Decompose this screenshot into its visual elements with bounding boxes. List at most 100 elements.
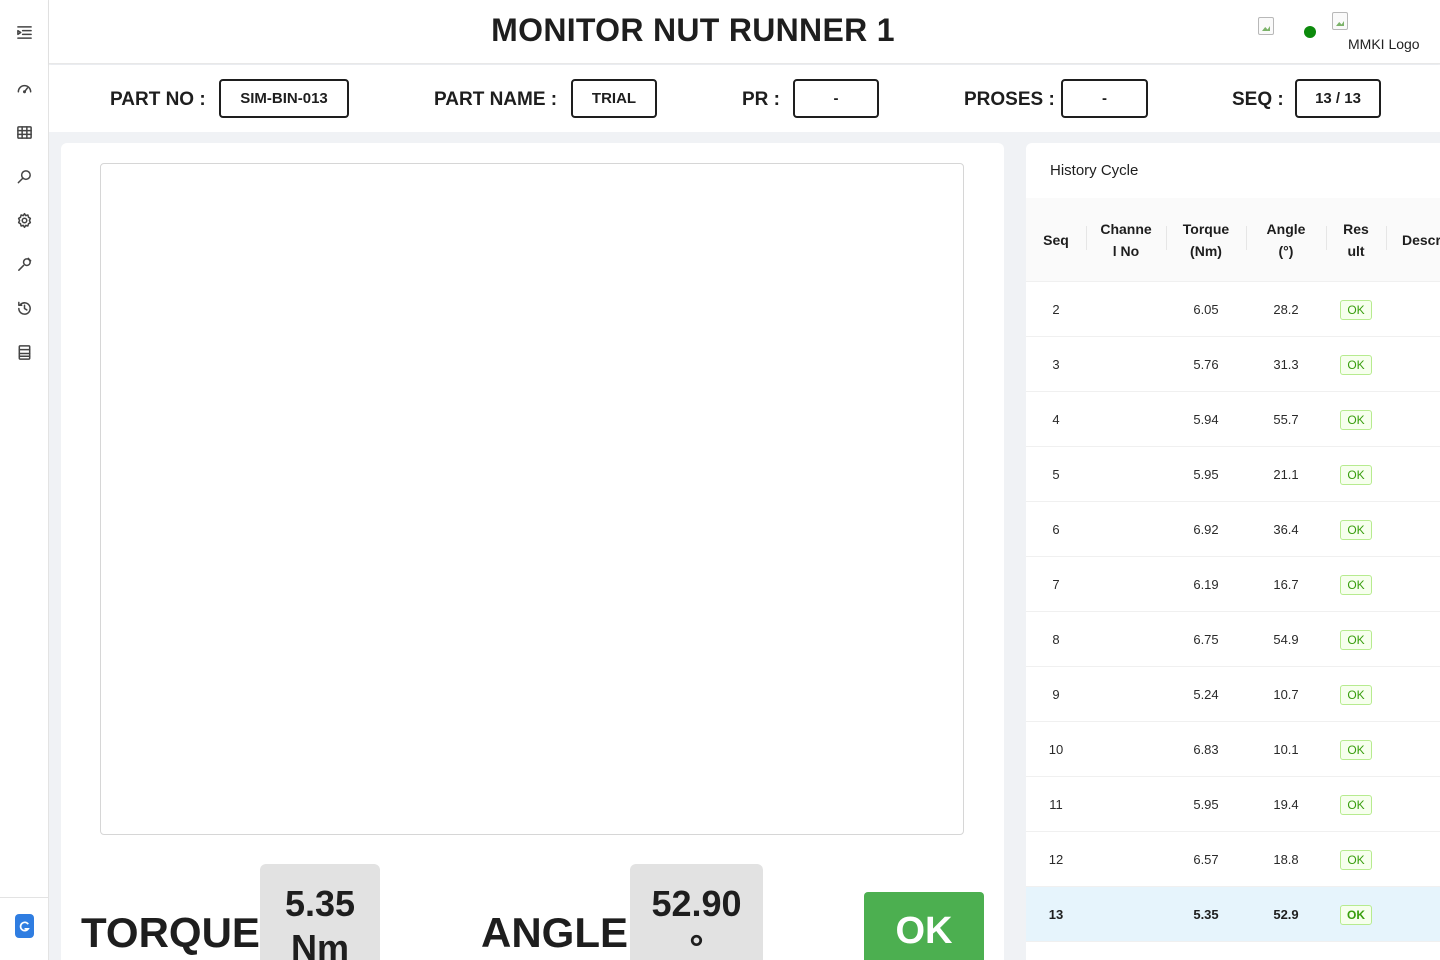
- seq-value: 13 / 13: [1295, 79, 1381, 118]
- torque-value-box: 5.35 Nm: [260, 864, 380, 960]
- result-tag: OK: [1340, 409, 1372, 430]
- cell-description: [1386, 282, 1440, 337]
- cell-angle: 52.9: [1273, 907, 1299, 922]
- cell-seq: 13: [1048, 907, 1064, 922]
- menu-fold-icon[interactable]: [14, 22, 34, 42]
- cell-result: OK: [1326, 447, 1386, 502]
- cell-angle: 55.7: [1273, 412, 1299, 427]
- cell-description: [1386, 612, 1440, 667]
- cell-torque: 5.24: [1193, 687, 1219, 702]
- history-icon[interactable]: [14, 298, 34, 318]
- table-row[interactable]: 11 5.95 19.4 OK: [1026, 777, 1440, 832]
- cell-torque: 6.05: [1193, 302, 1219, 317]
- cell-torque: 6.57: [1193, 852, 1219, 867]
- cell-seq: 6: [1052, 522, 1060, 537]
- part-no-value: SIM-BIN-013: [219, 79, 349, 118]
- cell-angle: 21.1: [1273, 467, 1299, 482]
- cell-channel: [1086, 447, 1166, 502]
- cell-result: OK: [1326, 337, 1386, 392]
- header: MONITOR NUT RUNNER 1 MMKI Logo: [49, 0, 1440, 64]
- seq-label: SEQ :: [1232, 89, 1284, 110]
- report-icon[interactable]: [14, 342, 34, 362]
- cell-angle: 31.3: [1273, 357, 1299, 372]
- history-cycle-panel: History Cycle Seq Channe l No Torque (Nm) …: [1026, 143, 1440, 960]
- cell-torque: 6.75: [1193, 632, 1219, 647]
- cell-seq: 12: [1048, 852, 1064, 867]
- table-row[interactable]: 13 5.35 52.9 OK: [1026, 887, 1440, 942]
- angle-unit: °: [689, 927, 704, 960]
- cell-channel: [1086, 502, 1166, 557]
- table-row[interactable]: 2 6.05 28.2 OK: [1026, 282, 1440, 337]
- dashboard-icon[interactable]: [14, 78, 34, 98]
- column-header-torque[interactable]: Torque (Nm): [1166, 198, 1246, 282]
- mmki-logo-icon: [1332, 12, 1348, 30]
- proses-value: -: [1061, 79, 1148, 118]
- result-tag: OK: [1340, 629, 1372, 650]
- column-header-description[interactable]: Descr.: [1386, 198, 1440, 282]
- part-name-label: PART NAME :: [434, 89, 558, 110]
- torque-unit: Nm: [290, 927, 349, 960]
- cell-seq: 9: [1052, 687, 1060, 702]
- cell-angle: 18.8: [1273, 852, 1299, 867]
- cell-seq: 3: [1052, 357, 1060, 372]
- result-status-badge: OK: [864, 892, 984, 960]
- table-icon[interactable]: [14, 122, 34, 142]
- table-row[interactable]: 8 6.75 54.9 OK: [1026, 612, 1440, 667]
- cell-torque: 5.76: [1193, 357, 1219, 372]
- cell-result: OK: [1326, 612, 1386, 667]
- table-row[interactable]: 9 5.24 10.7 OK: [1026, 667, 1440, 722]
- user-avatar-icon[interactable]: [1258, 17, 1274, 35]
- tool-icon[interactable]: [14, 254, 34, 274]
- cell-torque: 6.19: [1193, 577, 1219, 592]
- proses-label: PROSES :: [964, 89, 1055, 110]
- result-tag: OK: [1340, 684, 1372, 705]
- torque-angle-graph: [100, 163, 964, 835]
- result-tag: OK: [1340, 904, 1372, 925]
- cell-torque: 5.94: [1193, 412, 1219, 427]
- app-icon[interactable]: [15, 914, 34, 938]
- table-row[interactable]: 6 6.92 36.4 OK: [1026, 502, 1440, 557]
- cell-angle: 16.7: [1273, 577, 1299, 592]
- logo-alt-text: MMKI Logo: [1348, 36, 1420, 52]
- torque-value: 5.35: [284, 883, 356, 924]
- page-title: MONITOR NUT RUNNER 1: [491, 12, 895, 48]
- result-tag: OK: [1340, 299, 1372, 320]
- table-row[interactable]: 10 6.83 10.1 OK: [1026, 722, 1440, 777]
- cell-seq: 11: [1049, 797, 1063, 812]
- cell-description: [1386, 777, 1440, 832]
- cell-result: OK: [1326, 557, 1386, 612]
- part-no-label: PART NO :: [110, 89, 206, 110]
- angle-label: ANGLE: [481, 909, 628, 956]
- table-row[interactable]: 4 5.94 55.7 OK: [1026, 392, 1440, 447]
- cell-channel: [1086, 392, 1166, 447]
- torque-label: TORQUE: [81, 909, 260, 956]
- column-header-result[interactable]: Res ult: [1326, 198, 1386, 282]
- pr-value: -: [793, 79, 879, 118]
- cell-description: [1386, 832, 1440, 887]
- column-header-seq[interactable]: Seq: [1026, 198, 1086, 282]
- cell-torque: 6.83: [1193, 742, 1219, 757]
- cell-angle: 54.9: [1273, 632, 1299, 647]
- cell-torque: 6.92: [1193, 522, 1219, 537]
- cell-channel: [1086, 777, 1166, 832]
- column-header-channel[interactable]: Channe l No: [1086, 198, 1166, 282]
- cell-description: [1386, 887, 1440, 942]
- cell-description: [1386, 667, 1440, 722]
- settings-icon[interactable]: [14, 210, 34, 230]
- angle-value: 52.90: [651, 883, 742, 924]
- result-tag: OK: [1340, 849, 1372, 870]
- cell-channel: [1086, 722, 1166, 777]
- table-row[interactable]: 5 5.95 21.1 OK: [1026, 447, 1440, 502]
- cell-result: OK: [1326, 832, 1386, 887]
- result-tag: OK: [1340, 519, 1372, 540]
- part-info-bar: PART NO : SIM-BIN-013 PART NAME : TRIAL …: [49, 65, 1440, 132]
- result-tag: OK: [1340, 464, 1372, 485]
- column-header-angle[interactable]: Angle (°): [1246, 198, 1326, 282]
- table-row[interactable]: 7 6.19 16.7 OK: [1026, 557, 1440, 612]
- cell-result: OK: [1326, 777, 1386, 832]
- table-row[interactable]: 3 5.76 31.3 OK: [1026, 337, 1440, 392]
- cell-result: OK: [1326, 667, 1386, 722]
- search-icon[interactable]: [14, 166, 34, 186]
- table-row[interactable]: 12 6.57 18.8 OK: [1026, 832, 1440, 887]
- cell-description: [1386, 392, 1440, 447]
